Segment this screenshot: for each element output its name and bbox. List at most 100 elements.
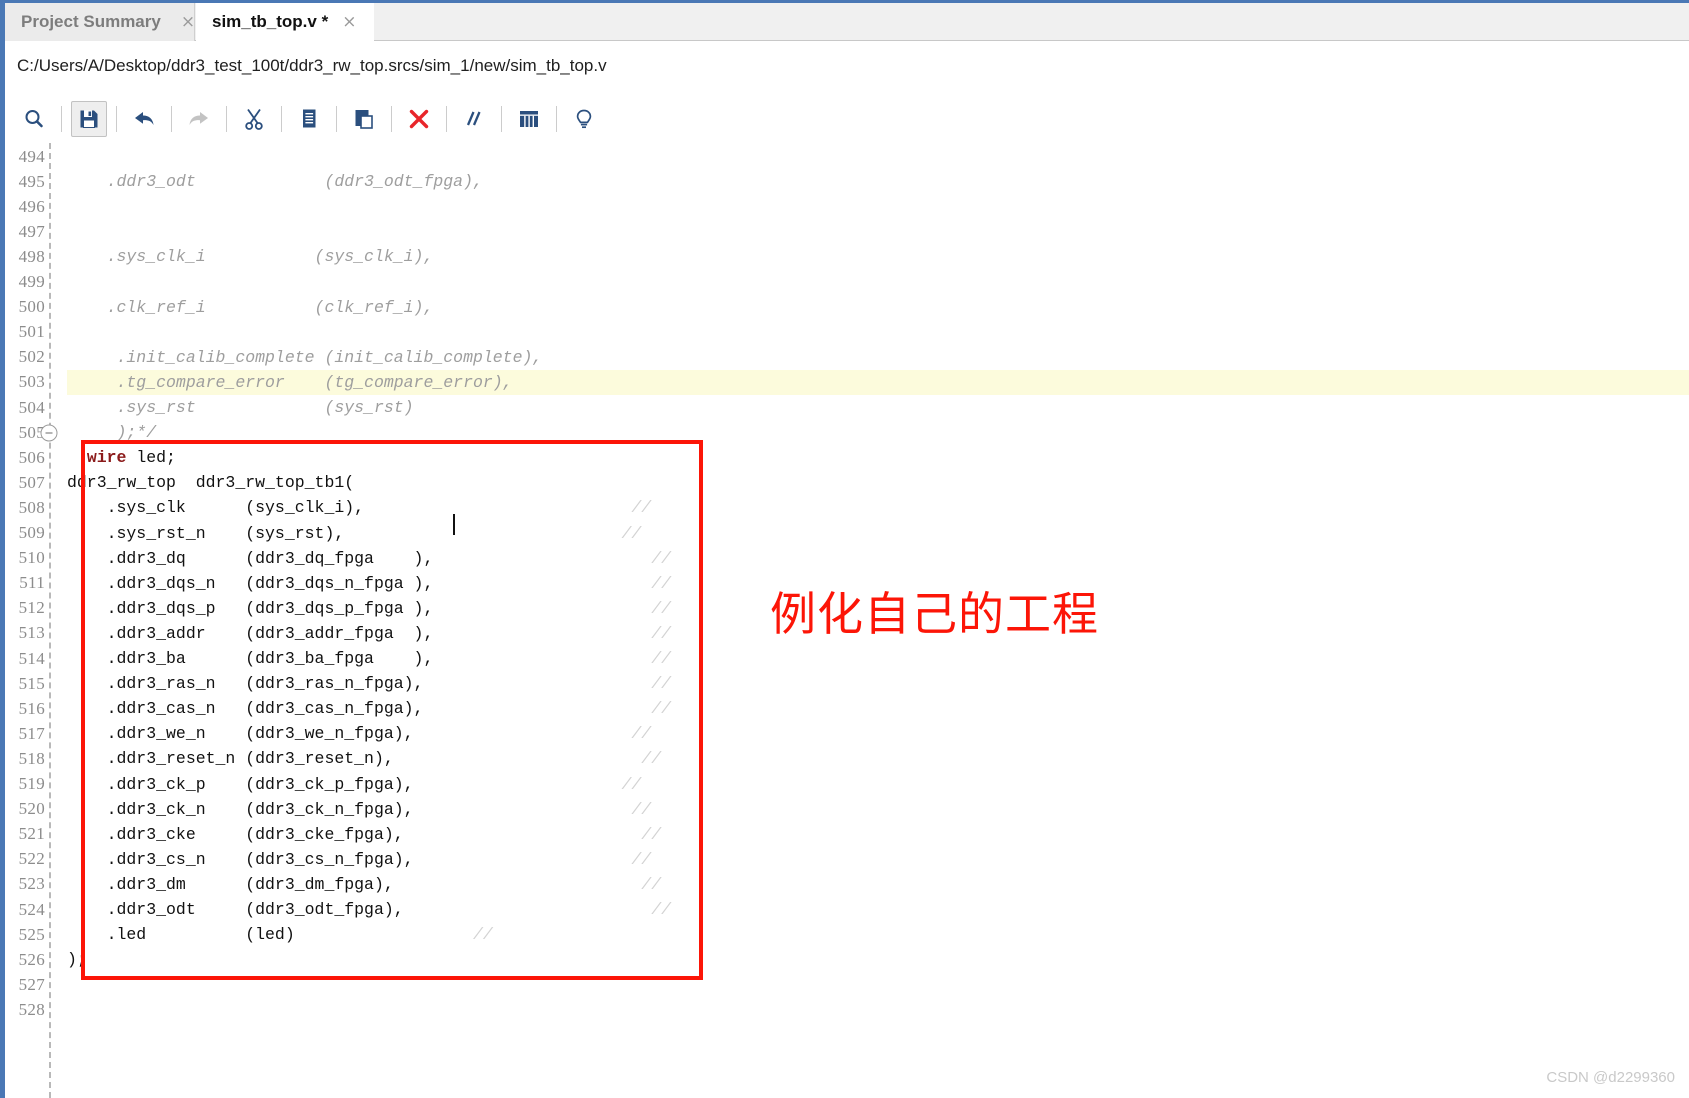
line-number: 499 [18, 272, 45, 292]
tab-project-summary-close-icon[interactable]: × [181, 13, 195, 31]
undo-icon[interactable] [126, 101, 162, 137]
code-text: .ddr3_ck_n (ddr3_ck_n_fpga), [67, 799, 632, 819]
editor-tab-bar: Project Summary × sim_tb_top.v * × [0, 0, 1689, 41]
comment-icon[interactable] [456, 101, 492, 137]
code-line[interactable] [67, 972, 1689, 997]
line-number-row: 522 [5, 847, 67, 872]
code-line[interactable] [67, 270, 1689, 295]
code-line[interactable]: .ddr3_ba (ddr3_ba_fpga ), // [67, 646, 1689, 671]
code-line[interactable]: .ddr3_ras_n (ddr3_ras_n_fpga), // [67, 671, 1689, 696]
line-number: 523 [18, 874, 45, 894]
tab-sim-tb-top-v-close-icon[interactable]: × [342, 13, 356, 31]
code-line[interactable]: ddr3_rw_top ddr3_rw_top_tb1( [67, 470, 1689, 495]
code-line[interactable]: .ddr3_odt (ddr3_odt_fpga), [67, 169, 1689, 194]
toolbar-separator [61, 106, 62, 132]
line-number: 521 [18, 824, 45, 844]
toolbar-separator [171, 106, 172, 132]
tab-project-summary-label: Project Summary [21, 12, 161, 31]
code-line[interactable]: wire led; [67, 445, 1689, 470]
code-line[interactable]: ); [67, 947, 1689, 972]
line-number-row: 525 [5, 922, 67, 947]
copy-icon[interactable] [291, 101, 327, 137]
line-number: 501 [18, 322, 45, 342]
line-number-row: 518 [5, 746, 67, 771]
line-number: 519 [18, 774, 45, 794]
code-line[interactable]: .ddr3_ck_n (ddr3_ck_n_fpga), // [67, 797, 1689, 822]
tab-sim-tb-top-v-label: sim_tb_top.v * [212, 12, 329, 31]
columns-icon[interactable] [511, 101, 547, 137]
line-number-row: 505 [5, 420, 67, 445]
code-line[interactable]: );*/ [67, 420, 1689, 445]
toolbar-separator [281, 106, 282, 132]
code-line[interactable] [67, 144, 1689, 169]
line-number: 504 [18, 397, 45, 417]
code-comment: .init_calib_complete (init_calib_complet… [67, 347, 543, 367]
line-number-row: 527 [5, 972, 67, 997]
code-text: ddr3_rw_top ddr3_rw_top_tb1( [67, 473, 355, 493]
paste-icon[interactable] [346, 101, 382, 137]
code-line[interactable]: .init_calib_complete (init_calib_complet… [67, 345, 1689, 370]
code-line[interactable]: .sys_clk_i (sys_clk_i), [67, 244, 1689, 269]
code-line[interactable]: .ddr3_dq (ddr3_dq_fpga ), // [67, 546, 1689, 571]
line-number-row: 508 [5, 495, 67, 520]
code-text: .ddr3_ras_n (ddr3_ras_n_fpga), [67, 674, 652, 694]
code-comment: // [641, 874, 662, 894]
line-number-row: 513 [5, 621, 67, 646]
code-line[interactable]: .ddr3_ck_p (ddr3_ck_p_fpga), // [67, 772, 1689, 797]
toolbar-separator [116, 106, 117, 132]
code-line[interactable]: .ddr3_cs_n (ddr3_cs_n_fpga), // [67, 847, 1689, 872]
annotation-note-text: 例化自己的工程 [770, 587, 1099, 641]
code-line[interactable]: .ddr3_cas_n (ddr3_cas_n_fpga), // [67, 696, 1689, 721]
tab-project-summary[interactable]: Project Summary × [5, 3, 195, 41]
editor-toolbar [5, 95, 1689, 143]
code-comment: // [651, 623, 672, 643]
code-line[interactable]: .ddr3_dm (ddr3_dm_fpga), // [67, 872, 1689, 897]
code-text: .ddr3_cas_n (ddr3_cas_n_fpga), [67, 699, 652, 719]
line-number-row: 499 [5, 270, 67, 295]
code-line[interactable] [67, 194, 1689, 219]
delete-icon[interactable] [401, 101, 437, 137]
redo-icon[interactable] [181, 101, 217, 137]
code-line[interactable]: .ddr3_cke (ddr3_cke_fpga), // [67, 822, 1689, 847]
code-comment: // [651, 548, 672, 568]
line-number: 526 [18, 949, 45, 969]
code-comment: // [631, 724, 652, 744]
toolbar-separator [556, 106, 557, 132]
line-number-row: 528 [5, 997, 67, 1022]
tab-sim-tb-top-v[interactable]: sim_tb_top.v * × [196, 3, 374, 41]
code-line[interactable]: .led (led) // [67, 922, 1689, 947]
line-number-row: 516 [5, 696, 67, 721]
code-line[interactable]: .ddr3_we_n (ddr3_we_n_fpga), // [67, 721, 1689, 746]
line-number: 503 [18, 372, 45, 392]
code-line[interactable] [67, 320, 1689, 345]
line-number: 509 [18, 523, 45, 543]
line-number: 497 [18, 221, 45, 241]
code-line[interactable]: .ddr3_reset_n (ddr3_reset_n), // [67, 746, 1689, 771]
code-text: .ddr3_addr (ddr3_addr_fpga ), [67, 623, 652, 643]
lightbulb-icon[interactable] [566, 101, 602, 137]
toolbar-separator [501, 106, 502, 132]
save-icon[interactable] [71, 101, 107, 137]
line-number: 506 [18, 447, 45, 467]
code-line[interactable] [67, 997, 1689, 1022]
cut-icon[interactable] [236, 101, 272, 137]
code-text: .ddr3_odt (ddr3_odt_fpga), [67, 900, 652, 919]
code-line[interactable] [67, 219, 1689, 244]
toolbar-separator [446, 106, 447, 132]
file-path-text: C:/Users/A/Desktop/ddr3_test_100t/ddr3_r… [17, 56, 607, 75]
code-line[interactable]: .sys_rst_n (sys_rst), // [67, 521, 1689, 546]
line-number: 527 [18, 974, 45, 994]
code-comment: // [651, 598, 672, 618]
code-line[interactable]: .clk_ref_i (clk_ref_i), [67, 295, 1689, 320]
code-fold-collapse-icon[interactable] [40, 424, 58, 442]
code-line[interactable]: .tg_compare_error (tg_compare_error), [67, 369, 1689, 395]
code-line[interactable]: .sys_rst (sys_rst) [67, 395, 1689, 420]
code-comment: .ddr3_odt (ddr3_odt_fpga), [67, 172, 483, 192]
line-number: 524 [18, 899, 45, 919]
line-number: 507 [18, 472, 45, 492]
code-line[interactable]: .sys_clk (sys_clk_i), // [67, 495, 1689, 520]
line-number-row: 512 [5, 596, 67, 621]
code-comment: // [631, 498, 652, 518]
find-icon[interactable] [16, 101, 52, 137]
code-line[interactable]: .ddr3_odt (ddr3_odt_fpga), // [67, 897, 1689, 922]
